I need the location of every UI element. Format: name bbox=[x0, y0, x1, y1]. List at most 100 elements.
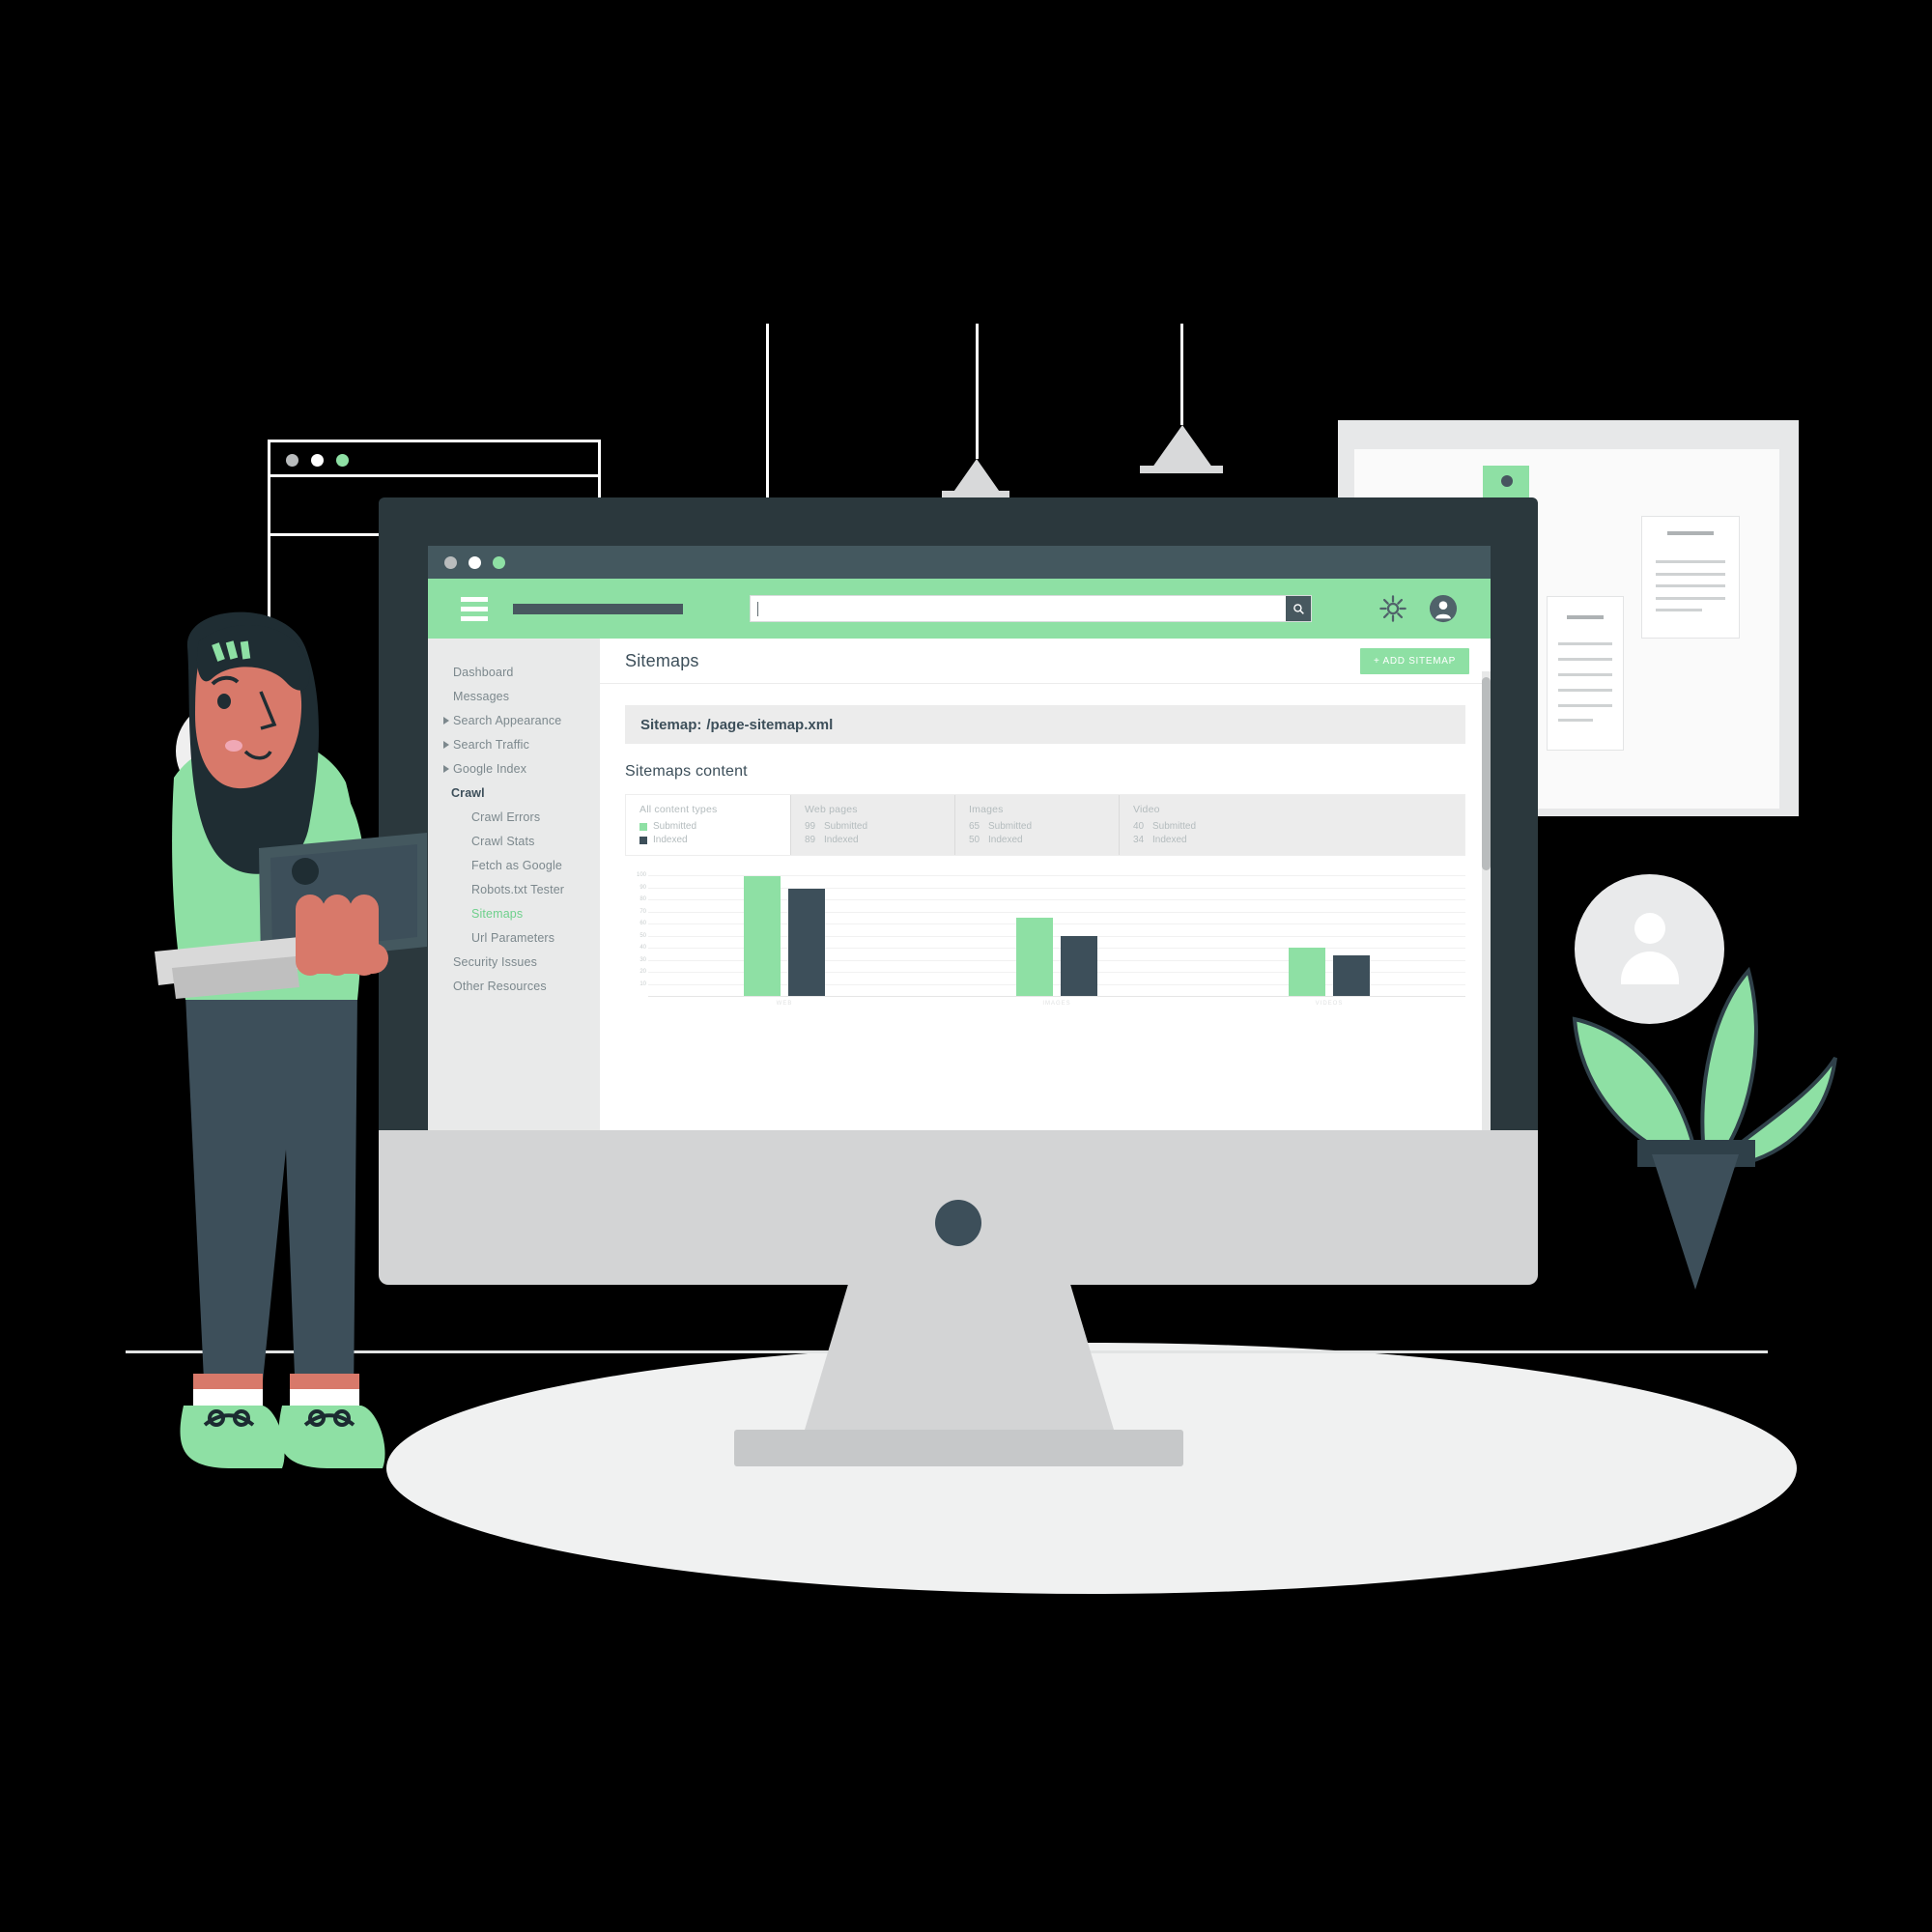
text-cursor bbox=[757, 601, 758, 616]
chart-bar-group bbox=[921, 917, 1193, 996]
legend-submitted: Submitted bbox=[639, 820, 790, 834]
stats-submitted-label: Submitted bbox=[988, 821, 1033, 832]
doc-line bbox=[1557, 719, 1593, 723]
sidebar-item-google-index[interactable]: Google Index bbox=[428, 756, 600, 781]
stats-column-images[interactable]: Images 65 Submitted 50 Indexed bbox=[954, 795, 1119, 855]
chart-bar-group bbox=[1193, 948, 1465, 996]
gear-icon[interactable] bbox=[1378, 594, 1407, 623]
doc-line bbox=[1656, 584, 1725, 587]
app-header bbox=[428, 579, 1491, 639]
chart-bar[interactable] bbox=[1333, 954, 1370, 996]
sidebar-item-url-parameters[interactable]: Url Parameters bbox=[428, 925, 600, 950]
stats-column-video[interactable]: Video 40 Submitted 34 Indexed bbox=[1119, 795, 1283, 855]
chart-y-tick-label: 100 bbox=[636, 872, 646, 878]
chart-y-tick-label: 80 bbox=[639, 896, 646, 902]
stats-indexed-value: 89 bbox=[805, 835, 816, 845]
chart-bar[interactable] bbox=[788, 888, 825, 996]
chart-y-tick-label: 30 bbox=[639, 956, 646, 963]
sidebar-item-crawl-stats[interactable]: Crawl Stats bbox=[428, 829, 600, 853]
stats-column-web-pages[interactable]: Web pages 99 Submitted 89 Indexed bbox=[790, 795, 954, 855]
sitemaps-bar-chart: 100 90 80 70 60 50 40 30 20 10 WEB IMAGES VIDEOS bbox=[625, 872, 1465, 1020]
stats-submitted-row: 40 Submitted bbox=[1133, 820, 1283, 834]
legend-swatch-indexed-icon bbox=[639, 837, 647, 844]
stats-column-title: Web pages bbox=[805, 804, 858, 815]
sidebar-item-label: Search Traffic bbox=[453, 737, 529, 752]
sidebar-item-label: Fetch as Google bbox=[471, 858, 562, 872]
stats-legend-column[interactable]: All content types Submitted Indexed bbox=[626, 795, 790, 855]
chart-y-tick-label: 70 bbox=[639, 908, 646, 915]
content-header: Sitemaps + ADD SITEMAP bbox=[600, 639, 1491, 684]
lamp-cord-2 bbox=[976, 324, 979, 459]
browser-screen: Dashboard Messages Search Appearance Sea… bbox=[428, 546, 1491, 1130]
sidebar-item-label: Messages bbox=[453, 689, 510, 703]
plant-leaves bbox=[1572, 966, 1837, 1169]
chart-y-tick-label: 90 bbox=[639, 884, 646, 891]
monitor-stand-neck bbox=[805, 1285, 1114, 1430]
sidebar-item-label: Crawl bbox=[451, 785, 485, 800]
sidebar-item-search-traffic[interactable]: Search Traffic bbox=[428, 732, 600, 756]
stats-indexed-row: 34 Indexed bbox=[1133, 834, 1283, 847]
chart-bar[interactable] bbox=[1016, 917, 1053, 996]
section-title: Sitemaps content bbox=[625, 763, 748, 780]
scrollbar-thumb[interactable] bbox=[1482, 677, 1491, 870]
doc-line bbox=[1656, 596, 1725, 600]
stats-submitted-label: Submitted bbox=[824, 821, 868, 832]
doc-line bbox=[1557, 642, 1613, 646]
stats-submitted-value: 99 bbox=[805, 821, 816, 832]
legend-indexed: Indexed bbox=[639, 834, 790, 847]
stats-submitted-row: 99 Submitted bbox=[805, 820, 954, 834]
chart-y-tick-label: 50 bbox=[639, 932, 646, 939]
sidebar-item-label: Dashboard bbox=[453, 665, 514, 679]
sidebar-item-other-resources[interactable]: Other Resources bbox=[428, 974, 600, 998]
sidebar-item-fetch-as-google[interactable]: Fetch as Google bbox=[428, 853, 600, 877]
sidebar-item-label: Search Appearance bbox=[453, 713, 562, 727]
chart-bar[interactable] bbox=[744, 876, 781, 996]
user-avatar-icon[interactable] bbox=[1429, 594, 1458, 623]
stats-submitted-value: 40 bbox=[1133, 821, 1145, 832]
chart-y-tick-label: 20 bbox=[639, 969, 646, 975]
sidebar-nav: Dashboard Messages Search Appearance Sea… bbox=[428, 639, 600, 1130]
search-input[interactable] bbox=[751, 596, 1311, 621]
stats-indexed-label: Indexed bbox=[1152, 835, 1187, 845]
sidebar-item-label: Other Resources bbox=[453, 979, 547, 993]
doc-line bbox=[1656, 560, 1725, 563]
titlebar-dot-green[interactable] bbox=[493, 556, 505, 569]
sidebar-item-sitemaps[interactable]: Sitemaps bbox=[428, 901, 600, 925]
page-title: Sitemaps bbox=[625, 650, 699, 670]
person-illustration bbox=[155, 611, 427, 1468]
sidebar-item-dashboard[interactable]: Dashboard bbox=[428, 660, 600, 684]
sidebar-item-crawl[interactable]: Crawl bbox=[428, 781, 600, 805]
sidebar-item-crawl-errors[interactable]: Crawl Errors bbox=[428, 805, 600, 829]
hamburger-icon[interactable] bbox=[461, 596, 488, 621]
header-actions bbox=[1378, 594, 1458, 623]
sidebar-item-robots-txt-tester[interactable]: Robots.txt Tester bbox=[428, 877, 600, 901]
doc-line bbox=[1557, 673, 1613, 676]
legend-swatch-submitted-icon bbox=[639, 823, 647, 831]
chart-bar[interactable] bbox=[1289, 948, 1325, 996]
doc-line bbox=[1557, 703, 1613, 707]
titlebar-dot-white[interactable] bbox=[469, 556, 481, 569]
chart-bar[interactable] bbox=[1061, 935, 1097, 996]
sidebar-item-label: Google Index bbox=[453, 761, 527, 776]
doc-heading-line bbox=[1567, 614, 1604, 619]
add-sitemap-button[interactable]: + ADD SITEMAP bbox=[1360, 647, 1469, 674]
chart-bars bbox=[648, 875, 1465, 996]
stats-submitted-value: 65 bbox=[969, 821, 980, 832]
hamburger-line bbox=[461, 606, 488, 611]
sidebar-item-label: Url Parameters bbox=[471, 930, 555, 945]
stats-column-title: Images bbox=[969, 804, 1004, 815]
window-dot-green bbox=[336, 454, 349, 467]
stats-indexed-value: 50 bbox=[969, 835, 980, 845]
hamburger-line bbox=[461, 596, 488, 602]
sidebar-item-messages[interactable]: Messages bbox=[428, 684, 600, 708]
stats-indexed-row: 89 Indexed bbox=[805, 834, 954, 847]
lamp-cord-1 bbox=[766, 324, 769, 502]
search-button[interactable] bbox=[1286, 596, 1311, 621]
doc-line bbox=[1557, 658, 1613, 662]
sidebar-item-search-appearance[interactable]: Search Appearance bbox=[428, 708, 600, 732]
hamburger-line bbox=[461, 615, 488, 621]
chart-bar-group bbox=[648, 876, 921, 996]
sidebar-item-security-issues[interactable]: Security Issues bbox=[428, 950, 600, 974]
titlebar-dot-grey[interactable] bbox=[444, 556, 457, 569]
chart-x-tick-label: VIDEOS bbox=[1315, 1001, 1344, 1007]
